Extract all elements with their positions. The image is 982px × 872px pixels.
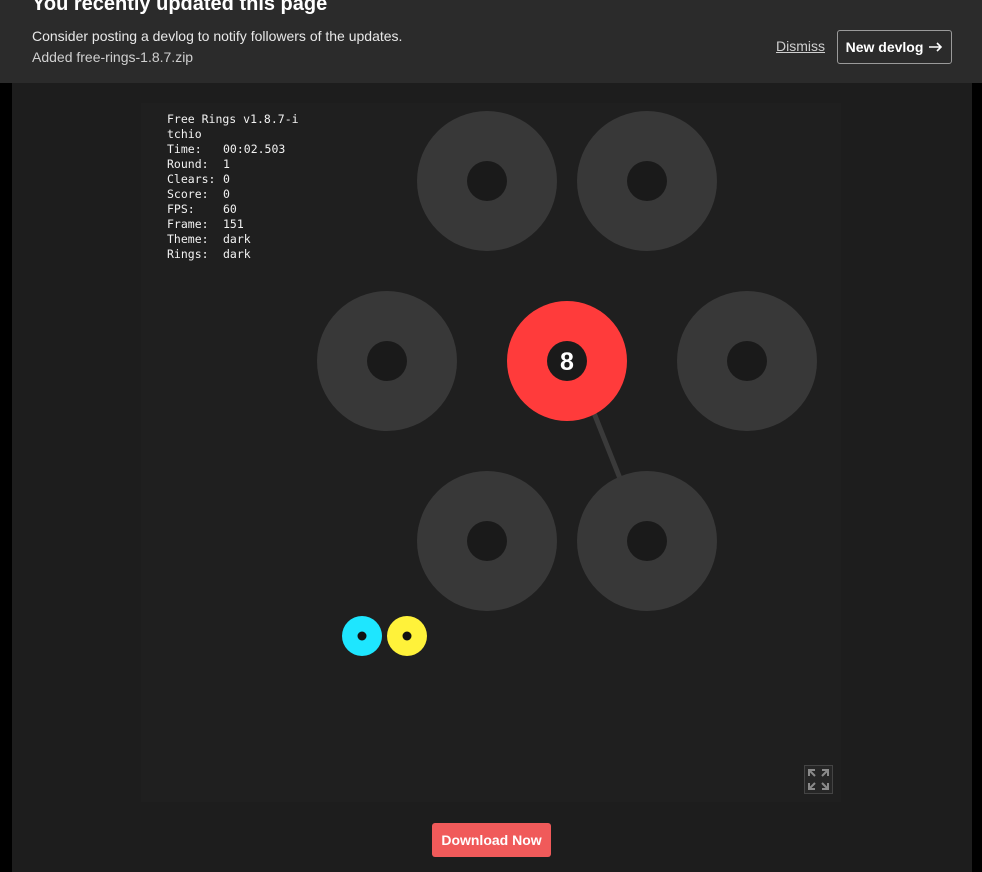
game-title: Free Rings v1.8.7-itchio bbox=[167, 112, 299, 141]
expand-icon bbox=[808, 769, 829, 790]
stat-clears: Clears: 0 bbox=[167, 172, 230, 186]
stat-round: Round: 1 bbox=[167, 157, 230, 171]
stat-frame: Frame: 151 bbox=[167, 217, 244, 231]
update-banner: You recently updated this page Consider … bbox=[0, 0, 982, 83]
banner-message: Consider posting a devlog to notify foll… bbox=[32, 28, 403, 44]
stat-time: Time: 00:02.503 bbox=[167, 142, 286, 156]
new-devlog-button[interactable]: New devlog bbox=[837, 30, 952, 64]
ring bbox=[317, 291, 457, 431]
game-canvas[interactable]: 8 Free Rings v1.8.7-itchio Time: 00:02.50… bbox=[141, 103, 841, 802]
dismiss-link[interactable]: Dismiss bbox=[776, 38, 825, 54]
banner-subtext: Added free-rings-1.8.7.zip bbox=[32, 49, 194, 65]
new-devlog-label: New devlog bbox=[845, 39, 924, 55]
yellow-ring bbox=[387, 616, 427, 656]
ring bbox=[677, 291, 817, 431]
ring bbox=[577, 471, 717, 611]
ring bbox=[577, 111, 717, 251]
arrow-right-icon bbox=[929, 39, 943, 55]
ring bbox=[417, 471, 557, 611]
stat-theme: Theme: dark bbox=[167, 232, 251, 246]
ring-connector bbox=[587, 402, 624, 482]
stats-panel: Free Rings v1.8.7-itchio Time: 00:02.503 … bbox=[167, 112, 302, 262]
stat-fps: FPS: 60 bbox=[167, 202, 237, 216]
cyan-ring bbox=[342, 616, 382, 656]
fullscreen-button[interactable] bbox=[804, 765, 833, 794]
ring bbox=[417, 111, 557, 251]
stat-rings: Rings: dark bbox=[167, 247, 251, 261]
active-ring: 8 bbox=[507, 301, 627, 421]
download-now-button[interactable]: Download Now bbox=[432, 823, 551, 857]
banner-title: You recently updated this page bbox=[32, 0, 328, 15]
active-ring-number: 8 bbox=[560, 348, 574, 376]
stat-score: Score: 0 bbox=[167, 187, 230, 201]
